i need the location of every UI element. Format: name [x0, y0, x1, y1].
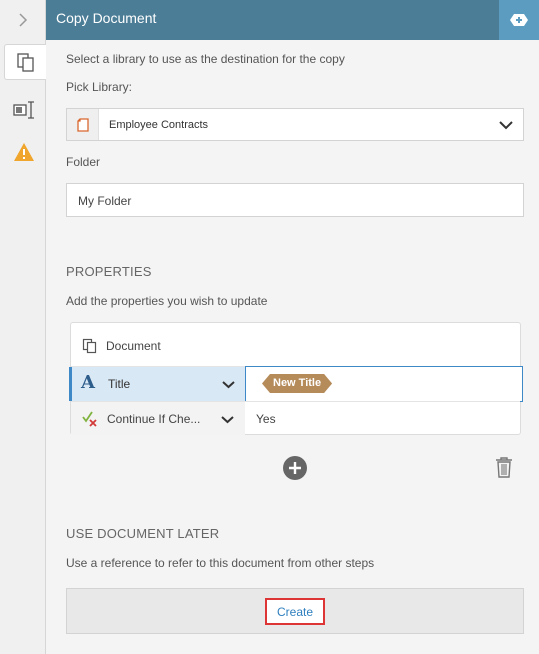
panel-header: Copy Document	[46, 0, 539, 40]
property-value-continue[interactable]: Yes	[256, 412, 276, 426]
chevron-down-icon	[221, 413, 234, 427]
field-mapping-icon[interactable]	[6, 92, 42, 128]
copy-document-icon[interactable]	[4, 44, 46, 80]
property-row-title: A Title New Title	[69, 366, 523, 402]
properties-table: Document A Title New Title Continue If C…	[69, 322, 523, 435]
properties-heading: PROPERTIES	[66, 264, 152, 279]
property-name-title: Title	[108, 377, 131, 391]
chevron-down-icon	[222, 378, 235, 392]
document-copy-icon	[82, 338, 98, 357]
folder-label: Folder	[66, 155, 101, 169]
new-title-token[interactable]: New Title	[262, 374, 332, 393]
text-type-icon: A	[81, 372, 95, 393]
property-picker-continue[interactable]: Continue If Che...	[71, 402, 245, 435]
library-document-icon	[67, 109, 99, 140]
create-reference-area: Create	[66, 588, 524, 634]
property-row-continue: Continue If Che... Yes	[71, 401, 520, 435]
collapse-chevron-icon[interactable]	[0, 0, 46, 40]
library-intro-text: Select a library to use as the destinati…	[66, 52, 345, 66]
panel-content: Select a library to use as the destinati…	[46, 40, 539, 654]
folder-input[interactable]: My Folder	[66, 183, 524, 217]
pick-library-label: Pick Library:	[66, 80, 133, 94]
use-later-description: Use a reference to refer to this documen…	[66, 556, 375, 570]
left-rail	[0, 0, 46, 654]
property-name-continue: Continue If Che...	[107, 412, 201, 426]
add-property-icon[interactable]	[283, 456, 307, 480]
document-row-label: Document	[106, 339, 161, 353]
property-picker-title[interactable]: A Title	[69, 367, 245, 401]
add-step-icon[interactable]	[499, 0, 539, 40]
create-button[interactable]: Create	[265, 598, 325, 625]
properties-description: Add the properties you wish to update	[66, 294, 268, 308]
check-cross-icon	[82, 411, 98, 430]
library-selected-value: Employee Contracts	[109, 119, 209, 131]
library-select[interactable]: Employee Contracts	[66, 108, 524, 141]
use-later-heading: USE DOCUMENT LATER	[66, 526, 220, 541]
warning-icon[interactable]	[6, 134, 42, 170]
panel-title: Copy Document	[56, 10, 157, 26]
document-row: Document	[71, 323, 520, 367]
title-value-input[interactable]: New Title	[245, 366, 523, 402]
chevron-down-icon	[499, 119, 513, 133]
trash-icon[interactable]	[495, 456, 513, 481]
